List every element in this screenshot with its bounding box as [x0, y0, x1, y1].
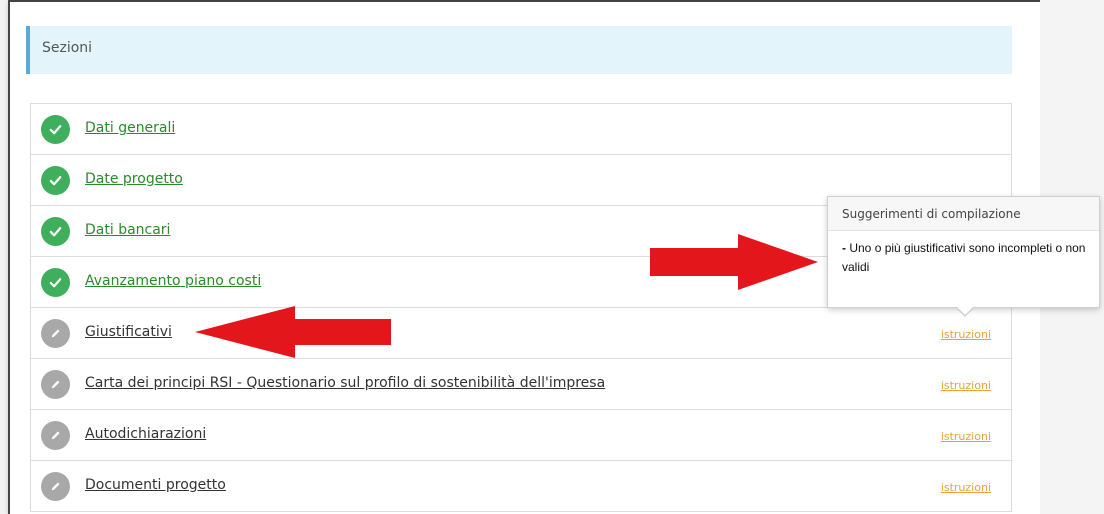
section-link-carta-principi-rsi[interactable]: Carta dei principi RSI - Questionario su… — [85, 375, 605, 391]
section-row-giustificativi: Giustificativi istruzioni — [31, 308, 1011, 359]
pencil-icon — [41, 319, 70, 348]
section-link-autodichiarazioni[interactable]: Autodichiarazioni — [85, 426, 206, 442]
tooltip-pointer — [955, 306, 975, 317]
section-link-date-progetto[interactable]: Date progetto — [85, 171, 183, 187]
sections-title: Sezioni — [42, 40, 93, 56]
pencil-icon — [41, 421, 70, 450]
section-link-dati-generali[interactable]: Dati generali — [85, 120, 175, 136]
istruzioni-link-carta-principi-rsi[interactable]: istruzioni — [941, 379, 991, 392]
istruzioni-link-giustificativi[interactable]: istruzioni — [941, 328, 991, 341]
istruzioni-link-autodichiarazioni[interactable]: istruzioni — [941, 430, 991, 443]
tooltip-title: Suggerimenti di compilazione — [828, 197, 1099, 231]
section-link-avanzamento-piano-costi[interactable]: Avanzamento piano costi — [85, 273, 261, 289]
annotation-arrow-right-icon — [650, 234, 818, 290]
annotation-arrow-left-icon — [195, 306, 391, 358]
section-link-dati-bancari[interactable]: Dati bancari — [85, 222, 170, 238]
section-row-carta-principi-rsi: Carta dei principi RSI - Questionario su… — [31, 359, 1011, 410]
sections-header: Sezioni — [26, 26, 1012, 74]
istruzioni-link-documenti-progetto[interactable]: istruzioni — [941, 481, 991, 494]
pencil-icon — [41, 472, 70, 501]
pencil-icon — [41, 370, 70, 399]
check-icon — [41, 268, 70, 297]
check-icon — [41, 115, 70, 144]
section-link-giustificativi[interactable]: Giustificativi — [85, 324, 172, 340]
check-icon — [41, 217, 70, 246]
section-row-documenti-progetto: Documenti progetto istruzioni — [31, 461, 1011, 512]
tooltip-bullet: - — [842, 241, 846, 255]
section-row-dati-generali: Dati generali — [31, 104, 1011, 155]
check-icon — [41, 166, 70, 195]
tooltip-body: - Uno o più giustificativi sono incomple… — [828, 231, 1099, 277]
compilation-hints-tooltip: Suggerimenti di compilazione - Uno o più… — [827, 196, 1100, 308]
section-link-documenti-progetto[interactable]: Documenti progetto — [85, 477, 226, 493]
tooltip-message: Uno o più giustificativi sono incompleti… — [842, 241, 1086, 274]
section-row-autodichiarazioni: Autodichiarazioni istruzioni — [31, 410, 1011, 461]
